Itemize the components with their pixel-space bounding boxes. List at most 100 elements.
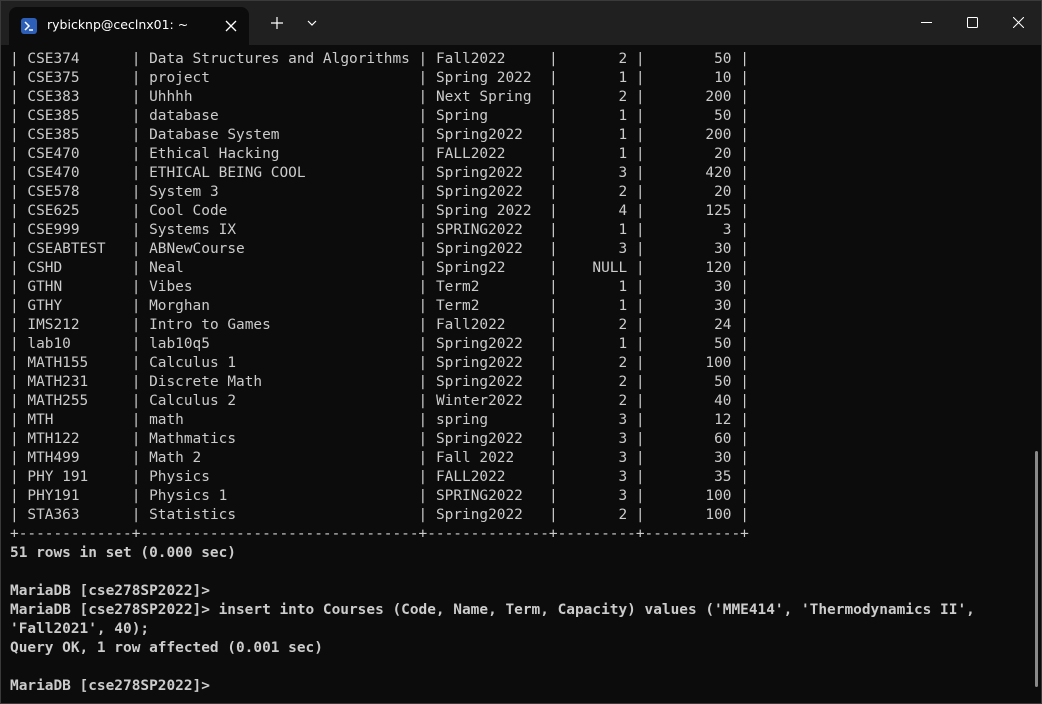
table-cell: 35: [653, 469, 732, 485]
table-cell: 3: [566, 488, 628, 504]
table-cell: Spring2022: [435, 374, 541, 390]
vertical-scrollbar[interactable]: [1033, 45, 1041, 703]
table-row: | CSE383 | Uhhhh | Next Spring | 2 | 200…: [10, 89, 749, 105]
tab-terminal[interactable]: rybicknp@ceclnx01: ~: [9, 7, 249, 45]
table-row: | MTH | math | spring | 3 | 12 |: [10, 412, 749, 428]
table-cell: System 3: [149, 184, 410, 200]
table-cell: math: [149, 412, 410, 428]
table-cell: 1: [566, 146, 628, 162]
table-cell: Ethical Hacking: [149, 146, 410, 162]
table-cell: 60: [653, 431, 732, 447]
table-cell: Data Structures and Algorithms: [149, 51, 410, 67]
profile-dropdown-button[interactable]: [300, 11, 324, 35]
table-cell: Calculus 2: [149, 393, 410, 409]
close-window-button[interactable]: [995, 1, 1041, 45]
table-cell: Uhhhh: [149, 89, 410, 105]
scrollbar-thumb[interactable]: [1035, 451, 1038, 687]
table-cell: 24: [653, 317, 732, 333]
table-cell: Spring2022: [435, 431, 541, 447]
table-cell: 12: [653, 412, 732, 428]
table-cell: STA363: [27, 507, 124, 523]
table-cell: CSE385: [27, 108, 124, 124]
table-cell: 50: [653, 374, 732, 390]
table-cell: CSE470: [27, 165, 124, 181]
table-cell: FALL2022: [435, 469, 541, 485]
table-cell: 2: [566, 393, 628, 409]
query-result-text: Query OK, 1 row affected (0.001 sec): [10, 640, 323, 656]
tab-title: rybicknp@ceclnx01: ~: [47, 17, 189, 32]
table-row: | PHY 191 | Physics | FALL2022 | 3 | 35 …: [10, 469, 749, 485]
terminal-output: | CSE374 | Data Structures and Algorithm…: [10, 50, 975, 696]
table-cell: GTHY: [27, 298, 124, 314]
table-cell: 200: [653, 89, 732, 105]
table-cell: 50: [653, 108, 732, 124]
table-cell: Spring2022: [435, 127, 541, 143]
table-cell: 30: [653, 241, 732, 257]
table-cell: Discrete Math: [149, 374, 410, 390]
table-cell: Statistics: [149, 507, 410, 523]
table-cell: Intro to Games: [149, 317, 410, 333]
table-cell: SPRING2022: [435, 222, 541, 238]
table-cell: Physics: [149, 469, 410, 485]
table-cell: 3: [566, 431, 628, 447]
table-cell: database: [149, 108, 410, 124]
table-cell: 3: [566, 241, 628, 257]
table-cell: Spring2022: [435, 355, 541, 371]
table-cell: 100: [653, 355, 732, 371]
sql-command-line: MariaDB [cse278SP2022]> insert into Cour…: [10, 602, 975, 618]
table-row: | CSE375 | project | Spring 2022 | 1 | 1…: [10, 70, 749, 86]
table-cell: NULL: [566, 260, 628, 276]
title-bar[interactable]: rybicknp@ceclnx01: ~: [1, 1, 1041, 45]
table-cell: 120: [653, 260, 732, 276]
table-row: | CSHD | Neal | Spring22 | NULL | 120 |: [10, 260, 749, 276]
table-cell: 20: [653, 146, 732, 162]
new-tab-button[interactable]: [265, 11, 289, 35]
table-cell: Term2: [435, 279, 541, 295]
table-cell: 100: [653, 507, 732, 523]
table-row: | CSE374 | Data Structures and Algorithm…: [10, 51, 749, 67]
table-cell: Spring22: [435, 260, 541, 276]
table-cell: project: [149, 70, 410, 86]
table-cell: Spring2022: [435, 184, 541, 200]
table-cell: CSE578: [27, 184, 124, 200]
tab-close-button[interactable]: [221, 16, 241, 36]
table-cell: 30: [653, 298, 732, 314]
table-cell: CSE383: [27, 89, 124, 105]
table-row: | CSE578 | System 3 | Spring2022 | 2 | 2…: [10, 184, 749, 200]
table-cell: Winter2022: [435, 393, 541, 409]
minimize-icon: [921, 22, 932, 23]
table-cell: lab10: [27, 336, 124, 352]
table-cell: 2: [566, 89, 628, 105]
maximize-icon: [967, 17, 978, 28]
maximize-button[interactable]: [949, 1, 995, 45]
terminal-output-area[interactable]: | CSE374 | Data Structures and Algorithm…: [1, 45, 1033, 703]
table-cell: CSE385: [27, 127, 124, 143]
table-cell: Spring2022: [435, 241, 541, 257]
chevron-down-icon: [307, 20, 317, 26]
table-row: | IMS212 | Intro to Games | Fall2022 | 2…: [10, 317, 749, 333]
table-cell: 30: [653, 450, 732, 466]
table-cell: Spring2022: [435, 507, 541, 523]
table-cell: 1: [566, 336, 628, 352]
table-cell: 2: [566, 51, 628, 67]
table-cell: ETHICAL BEING COOL: [149, 165, 410, 181]
table-cell: 4: [566, 203, 628, 219]
table-row: | CSE385 | database | Spring | 1 | 50 |: [10, 108, 749, 124]
mariadb-prompt: MariaDB [cse278SP2022]>: [10, 583, 210, 599]
table-cell: 3: [653, 222, 732, 238]
table-cell: MATH231: [27, 374, 124, 390]
close-icon: [1013, 17, 1024, 28]
table-cell: 2: [566, 507, 628, 523]
table-row: | CSE470 | ETHICAL BEING COOL | Spring20…: [10, 165, 749, 181]
table-cell: Fall2022: [435, 317, 541, 333]
sql-command-line: 'Fall2021', 40);: [10, 621, 150, 637]
table-cell: 1: [566, 70, 628, 86]
table-cell: 50: [653, 336, 732, 352]
close-icon: [225, 20, 237, 32]
table-cell: Math 2: [149, 450, 410, 466]
table-cell: MTH: [27, 412, 124, 428]
minimize-button[interactable]: [903, 1, 949, 45]
table-row: | CSEABTEST | ABNewCourse | Spring2022 |…: [10, 241, 749, 257]
table-cell: 20: [653, 184, 732, 200]
table-cell: 3: [566, 450, 628, 466]
